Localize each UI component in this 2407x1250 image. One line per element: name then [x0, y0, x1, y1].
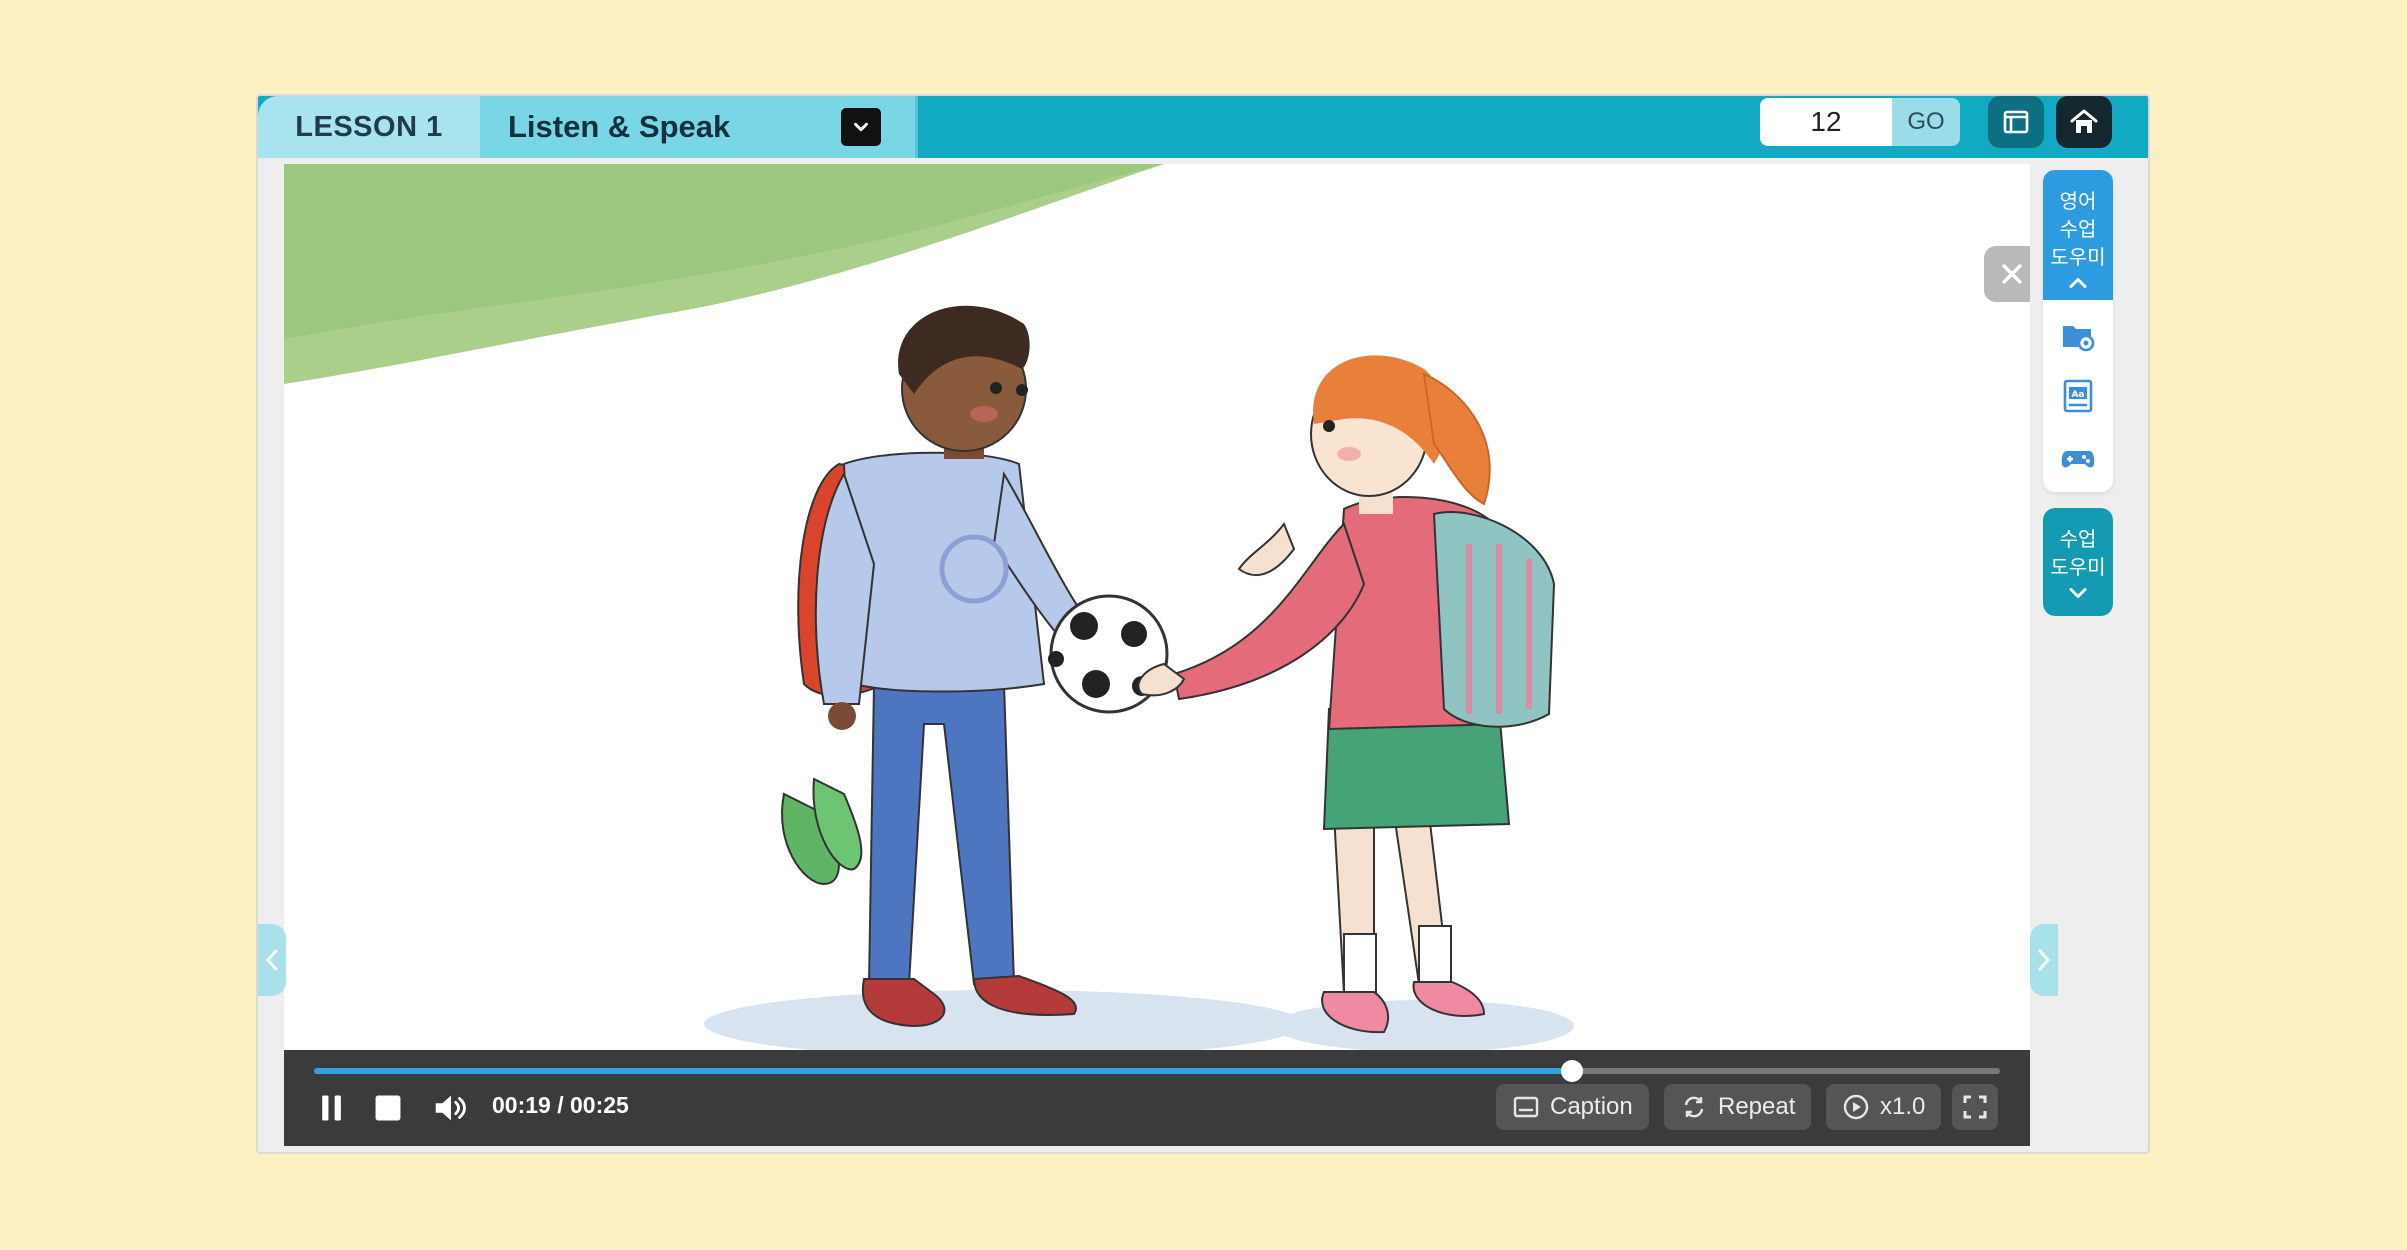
book-button[interactable] [1988, 96, 2044, 148]
stop-button[interactable] [370, 1090, 406, 1126]
page-number-input[interactable] [1760, 98, 1892, 146]
stop-icon [375, 1095, 401, 1121]
girl-figure [1137, 355, 1556, 1034]
section-title: Listen & Speak [508, 109, 731, 144]
chevron-down-icon [2069, 588, 2087, 598]
english-helper-toggle[interactable]: 영어 수업 도우미 [2043, 170, 2113, 300]
top-bar: LESSON 1 Listen & Speak GO [258, 96, 2148, 158]
chevron-up-icon [2069, 278, 2087, 288]
chevron-down-icon [854, 122, 868, 132]
pause-button[interactable] [314, 1090, 350, 1126]
chevron-right-icon [2038, 949, 2051, 971]
svg-text:Aa: Aa [2071, 390, 2084, 400]
lesson-tab[interactable]: LESSON 1 [258, 96, 480, 158]
progress-bar[interactable] [314, 1060, 2000, 1082]
english-helper-title-1: 영어 [2059, 191, 2097, 213]
prev-page-button[interactable] [258, 924, 286, 996]
english-helper-title-3: 도우미 [2050, 247, 2106, 269]
chevron-left-icon [265, 949, 278, 971]
volume-icon [435, 1095, 466, 1121]
speed-button[interactable]: x1.0 [1826, 1084, 1942, 1130]
book-icon [2003, 110, 2029, 134]
resource-folder-button[interactable] [2043, 306, 2113, 366]
play-speed-icon [1843, 1094, 1869, 1120]
dictionary-button[interactable]: Aa [2043, 366, 2113, 426]
english-helper-title-2: 수업 [2059, 219, 2097, 241]
pause-icon [322, 1095, 341, 1121]
folder-settings-icon [2063, 326, 2095, 352]
next-page-button[interactable] [2030, 924, 2058, 996]
dictionary-icon: Aa [2063, 379, 2093, 413]
close-icon [2002, 264, 2022, 284]
caption-button[interactable]: Caption [1496, 1084, 1649, 1130]
speed-label: x1.0 [1880, 1093, 1926, 1120]
game-button[interactable] [2043, 426, 2113, 486]
home-icon [2070, 109, 2098, 133]
section-dropdown-button[interactable] [841, 108, 881, 146]
lesson-window: LESSON 1 Listen & Speak GO [256, 94, 2150, 1154]
repeat-button[interactable]: Repeat [1664, 1084, 1812, 1130]
game-controller-icon [2061, 451, 2095, 468]
class-helper-title-1: 수업 [2059, 529, 2097, 551]
fullscreen-button[interactable] [1952, 1084, 1998, 1130]
volume-button[interactable] [430, 1088, 470, 1128]
story-illustration [284, 164, 1574, 1050]
fullscreen-icon [1963, 1095, 1987, 1119]
progress-thumb[interactable] [1560, 1060, 1583, 1082]
repeat-label: Repeat [1718, 1093, 1796, 1120]
progress-fill [314, 1068, 1572, 1074]
go-button[interactable]: GO [1892, 98, 1960, 146]
section-title-tab[interactable]: Listen & Speak [480, 96, 918, 158]
video-controls: 00:19 / 00:25 Caption Repeat x1.0 [284, 1050, 2030, 1146]
repeat-icon [1684, 1096, 1704, 1118]
video-stage[interactable]: 00:19 / 00:25 Caption Repeat x1.0 [284, 164, 2030, 1146]
home-button[interactable] [2056, 96, 2112, 148]
class-helper-panel: 수업 도우미 [2043, 508, 2113, 616]
class-helper-toggle[interactable]: 수업 도우미 [2043, 508, 2113, 616]
caption-icon [1513, 1096, 1539, 1118]
english-helper-panel: 영어 수업 도우미 Aa [2043, 170, 2113, 492]
close-video-button[interactable] [1984, 246, 2030, 302]
class-helper-title-2: 도우미 [2050, 557, 2106, 579]
caption-label: Caption [1550, 1093, 1633, 1120]
time-display: 00:19 / 00:25 [492, 1092, 629, 1118]
